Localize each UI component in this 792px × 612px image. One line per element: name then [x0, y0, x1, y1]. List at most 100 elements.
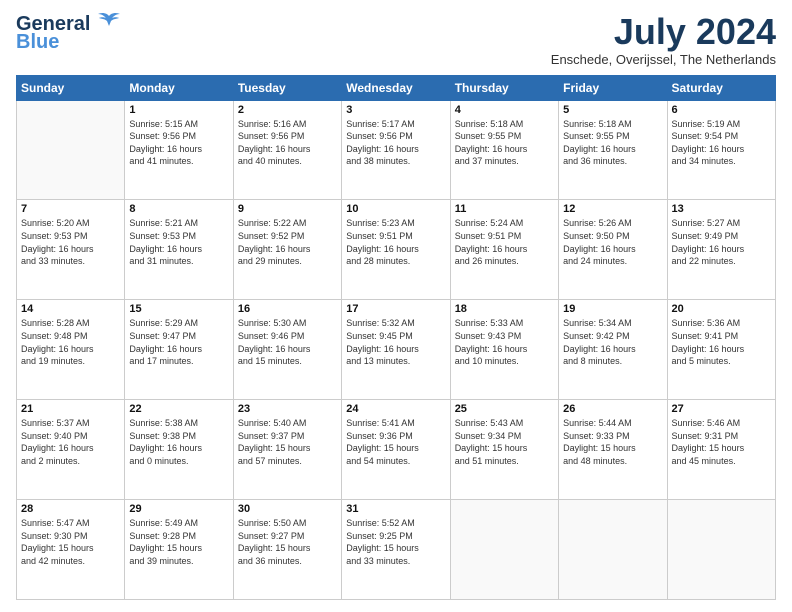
- cell-details: Sunrise: 5:30 AM Sunset: 9:46 PM Dayligh…: [238, 317, 337, 367]
- month-title: July 2024: [551, 12, 776, 52]
- calendar-cell: 14Sunrise: 5:28 AM Sunset: 9:48 PM Dayli…: [17, 300, 125, 400]
- cell-details: Sunrise: 5:29 AM Sunset: 9:47 PM Dayligh…: [129, 317, 228, 367]
- calendar-cell: 13 Sunrise: 5:27 AM Sunset: 9:49 PM Dayli…: [667, 200, 775, 300]
- cell-details: Sunrise: 5:28 AM Sunset: 9:48 PM Dayligh…: [21, 317, 120, 367]
- cell-details: Sunrise: 5:38 AM Sunset: 9:38 PM Dayligh…: [129, 417, 228, 467]
- calendar-cell: 25 Sunrise: 5:43 AM Sunset: 9:34 PM Dayli…: [450, 400, 558, 500]
- day-number: 21: [21, 403, 120, 415]
- day-number: 30: [238, 503, 337, 515]
- day-number: 11: [455, 203, 554, 215]
- day-number: 10: [346, 203, 445, 215]
- cell-details: Sunrise: 5:24 AM Sunset: 9:51 PM Dayligh…: [455, 217, 554, 267]
- calendar-week-row: 14Sunrise: 5:28 AM Sunset: 9:48 PM Dayli…: [17, 300, 776, 400]
- calendar-cell: [667, 500, 775, 600]
- calendar-week-row: 21 Sunrise: 5:37 AM Sunset: 9:40 PM Dayli…: [17, 400, 776, 500]
- day-number: 1: [129, 104, 228, 116]
- day-number: 9: [238, 203, 337, 215]
- calendar-week-row: 1Sunrise: 5:15 AM Sunset: 9:56 PM Daylig…: [17, 100, 776, 200]
- title-block: July 2024 Enschede, Overijssel, The Neth…: [551, 12, 776, 67]
- logo: General Blue: [16, 12, 120, 52]
- weekday-header: Saturday: [667, 75, 775, 100]
- calendar-cell: 21 Sunrise: 5:37 AM Sunset: 9:40 PM Dayli…: [17, 400, 125, 500]
- cell-details: Sunrise: 5:26 AM Sunset: 9:50 PM Dayligh…: [563, 217, 662, 267]
- day-number: 26: [563, 403, 662, 415]
- calendar-cell: 9 Sunrise: 5:22 AM Sunset: 9:52 PM Daylig…: [233, 200, 341, 300]
- calendar-cell: 8Sunrise: 5:21 AM Sunset: 9:53 PM Daylig…: [125, 200, 233, 300]
- calendar-cell: 20Sunrise: 5:36 AM Sunset: 9:41 PM Dayli…: [667, 300, 775, 400]
- calendar-cell: 17 Sunrise: 5:32 AM Sunset: 9:45 PM Dayli…: [342, 300, 450, 400]
- calendar-header-row: SundayMondayTuesdayWednesdayThursdayFrid…: [17, 75, 776, 100]
- cell-details: Sunrise: 5:18 AM Sunset: 9:55 PM Dayligh…: [563, 118, 662, 168]
- day-number: 4: [455, 104, 554, 116]
- day-number: 31: [346, 503, 445, 515]
- cell-details: Sunrise: 5:27 AM Sunset: 9:49 PM Dayligh…: [672, 217, 771, 267]
- calendar-cell: 29 Sunrise: 5:49 AM Sunset: 9:28 PM Dayli…: [125, 500, 233, 600]
- calendar-week-row: 28 Sunrise: 5:47 AM Sunset: 9:30 PM Dayli…: [17, 500, 776, 600]
- day-number: 12: [563, 203, 662, 215]
- logo-bird-icon: [98, 12, 120, 34]
- calendar-cell: 12 Sunrise: 5:26 AM Sunset: 9:50 PM Dayli…: [559, 200, 667, 300]
- calendar-cell: 5Sunrise: 5:18 AM Sunset: 9:55 PM Daylig…: [559, 100, 667, 200]
- calendar-week-row: 7 Sunrise: 5:20 AM Sunset: 9:53 PM Daylig…: [17, 200, 776, 300]
- calendar-page: General Blue July 2024 Enschede, Overijs…: [0, 0, 792, 612]
- day-number: 13: [672, 203, 771, 215]
- day-number: 6: [672, 104, 771, 116]
- cell-details: Sunrise: 5:49 AM Sunset: 9:28 PM Dayligh…: [129, 517, 228, 567]
- day-number: 3: [346, 104, 445, 116]
- cell-details: Sunrise: 5:21 AM Sunset: 9:53 PM Dayligh…: [129, 217, 228, 267]
- location: Enschede, Overijssel, The Netherlands: [551, 52, 776, 67]
- calendar-cell: 31 Sunrise: 5:52 AM Sunset: 9:25 PM Dayli…: [342, 500, 450, 600]
- day-number: 15: [129, 303, 228, 315]
- calendar-cell: 6 Sunrise: 5:19 AM Sunset: 9:54 PM Daylig…: [667, 100, 775, 200]
- logo-blue: Blue: [16, 32, 59, 52]
- calendar-cell: 4Sunrise: 5:18 AM Sunset: 9:55 PM Daylig…: [450, 100, 558, 200]
- calendar-cell: 27 Sunrise: 5:46 AM Sunset: 9:31 PM Dayli…: [667, 400, 775, 500]
- cell-details: Sunrise: 5:20 AM Sunset: 9:53 PM Dayligh…: [21, 217, 120, 267]
- calendar-cell: 19Sunrise: 5:34 AM Sunset: 9:42 PM Dayli…: [559, 300, 667, 400]
- cell-details: Sunrise: 5:16 AM Sunset: 9:56 PM Dayligh…: [238, 118, 337, 168]
- calendar-cell: [17, 100, 125, 200]
- calendar-cell: 24Sunrise: 5:41 AM Sunset: 9:36 PM Dayli…: [342, 400, 450, 500]
- day-number: 28: [21, 503, 120, 515]
- calendar-cell: 15 Sunrise: 5:29 AM Sunset: 9:47 PM Dayli…: [125, 300, 233, 400]
- weekday-header: Thursday: [450, 75, 558, 100]
- header: General Blue July 2024 Enschede, Overijs…: [16, 12, 776, 67]
- day-number: 18: [455, 303, 554, 315]
- calendar-cell: 26 Sunrise: 5:44 AM Sunset: 9:33 PM Dayli…: [559, 400, 667, 500]
- cell-details: Sunrise: 5:23 AM Sunset: 9:51 PM Dayligh…: [346, 217, 445, 267]
- weekday-header: Tuesday: [233, 75, 341, 100]
- calendar-cell: 3 Sunrise: 5:17 AM Sunset: 9:56 PM Daylig…: [342, 100, 450, 200]
- cell-details: Sunrise: 5:47 AM Sunset: 9:30 PM Dayligh…: [21, 517, 120, 567]
- day-number: 24: [346, 403, 445, 415]
- cell-details: Sunrise: 5:37 AM Sunset: 9:40 PM Dayligh…: [21, 417, 120, 467]
- cell-details: Sunrise: 5:22 AM Sunset: 9:52 PM Dayligh…: [238, 217, 337, 267]
- cell-details: Sunrise: 5:33 AM Sunset: 9:43 PM Dayligh…: [455, 317, 554, 367]
- calendar-cell: 10 Sunrise: 5:23 AM Sunset: 9:51 PM Dayli…: [342, 200, 450, 300]
- calendar-cell: [559, 500, 667, 600]
- cell-details: Sunrise: 5:32 AM Sunset: 9:45 PM Dayligh…: [346, 317, 445, 367]
- calendar-cell: [450, 500, 558, 600]
- day-number: 7: [21, 203, 120, 215]
- cell-details: Sunrise: 5:50 AM Sunset: 9:27 PM Dayligh…: [238, 517, 337, 567]
- day-number: 20: [672, 303, 771, 315]
- day-number: 29: [129, 503, 228, 515]
- cell-details: Sunrise: 5:44 AM Sunset: 9:33 PM Dayligh…: [563, 417, 662, 467]
- calendar-cell: 18 Sunrise: 5:33 AM Sunset: 9:43 PM Dayli…: [450, 300, 558, 400]
- day-number: 27: [672, 403, 771, 415]
- weekday-header: Sunday: [17, 75, 125, 100]
- calendar-cell: 7 Sunrise: 5:20 AM Sunset: 9:53 PM Daylig…: [17, 200, 125, 300]
- weekday-header: Friday: [559, 75, 667, 100]
- cell-details: Sunrise: 5:52 AM Sunset: 9:25 PM Dayligh…: [346, 517, 445, 567]
- cell-details: Sunrise: 5:17 AM Sunset: 9:56 PM Dayligh…: [346, 118, 445, 168]
- cell-details: Sunrise: 5:43 AM Sunset: 9:34 PM Dayligh…: [455, 417, 554, 467]
- cell-details: Sunrise: 5:46 AM Sunset: 9:31 PM Dayligh…: [672, 417, 771, 467]
- day-number: 16: [238, 303, 337, 315]
- calendar-cell: 30 Sunrise: 5:50 AM Sunset: 9:27 PM Dayli…: [233, 500, 341, 600]
- cell-details: Sunrise: 5:34 AM Sunset: 9:42 PM Dayligh…: [563, 317, 662, 367]
- day-number: 25: [455, 403, 554, 415]
- calendar-cell: 1Sunrise: 5:15 AM Sunset: 9:56 PM Daylig…: [125, 100, 233, 200]
- cell-details: Sunrise: 5:19 AM Sunset: 9:54 PM Dayligh…: [672, 118, 771, 168]
- calendar-cell: 23Sunrise: 5:40 AM Sunset: 9:37 PM Dayli…: [233, 400, 341, 500]
- weekday-header: Wednesday: [342, 75, 450, 100]
- day-number: 17: [346, 303, 445, 315]
